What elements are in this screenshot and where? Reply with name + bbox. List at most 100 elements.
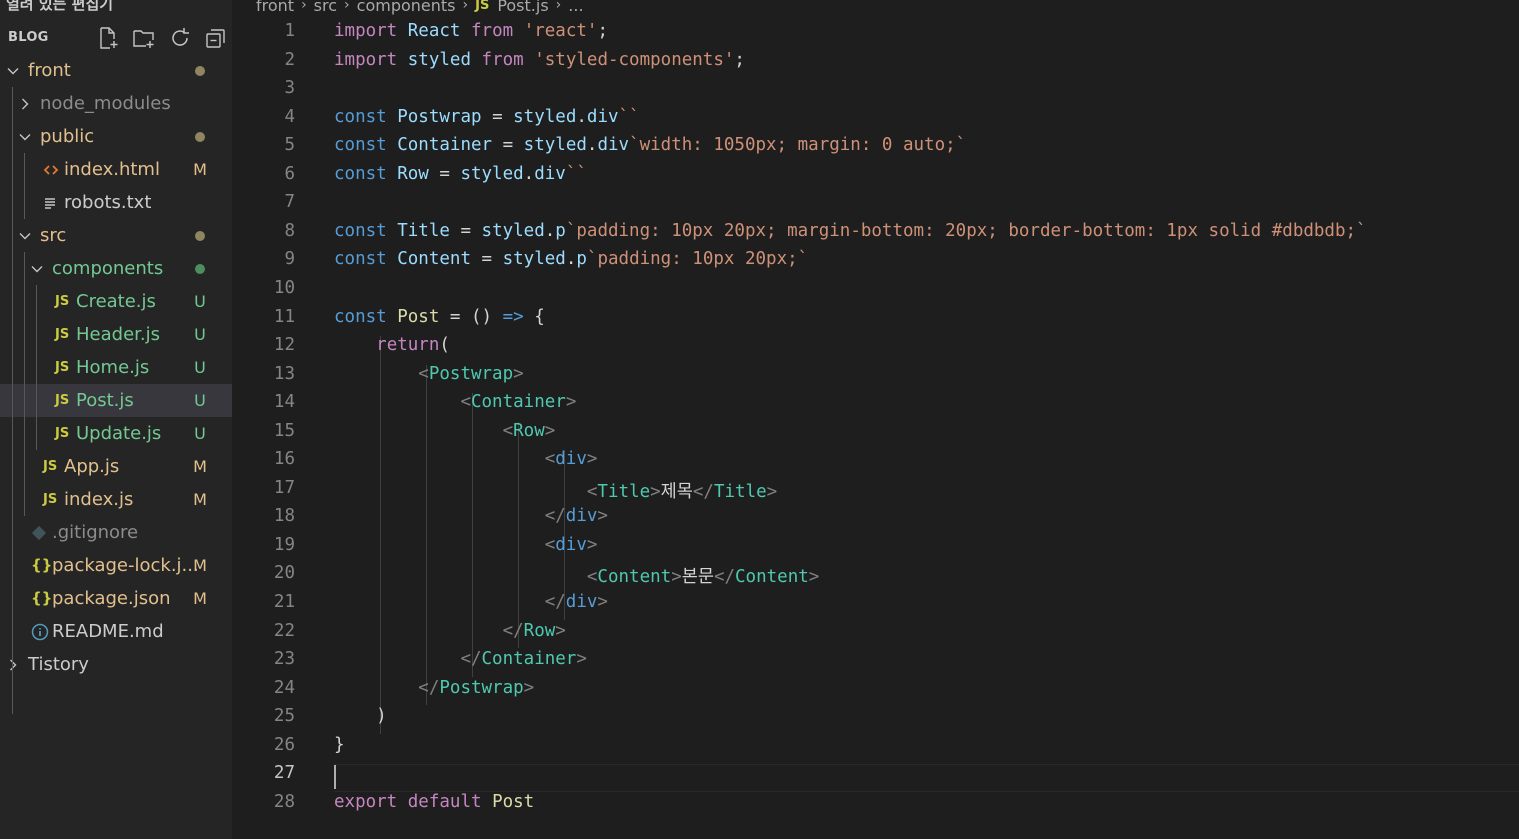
code-line[interactable]: const Post = () => { [334, 307, 545, 327]
tree-file[interactable]: JS Create.js U [0, 285, 232, 318]
code-line[interactable]: ) [334, 706, 387, 726]
tree-file[interactable]: index.html M [0, 153, 232, 186]
tree-folder[interactable]: src [0, 219, 232, 252]
code-line[interactable]: const Postwrap = styled.div`` [334, 107, 640, 127]
code-line[interactable]: <Postwrap> [334, 363, 524, 384]
code-line[interactable]: const Content = styled.p`padding: 10px 2… [334, 249, 808, 269]
code-line[interactable]: const Row = styled.div`` [334, 164, 587, 184]
line-number: 27 [273, 763, 295, 784]
modified-dot-icon [195, 66, 205, 76]
code-line[interactable]: </div> [334, 506, 608, 526]
code-line[interactable]: <Title>제목</Title> [334, 478, 777, 503]
tree-item-label: .gitignore [52, 522, 139, 543]
open-editors-title[interactable]: 열려 있는 편집기 [6, 0, 113, 14]
code-token: div [565, 592, 598, 612]
code-token: > [597, 506, 608, 527]
js-file-icon: JS [55, 426, 70, 441]
tree-item-label: Header.js [76, 324, 160, 345]
text-cursor [334, 765, 336, 789]
git-status-badge: U [194, 391, 206, 410]
code-line[interactable]: const Title = styled.p`padding: 10px 20p… [334, 221, 1367, 241]
code-token: > [671, 567, 682, 588]
line-number: 9 [284, 249, 295, 270]
tree-file[interactable]: .gitignore [0, 516, 232, 549]
breadcrumb-item-src[interactable]: src [314, 0, 337, 15]
chevron-right-icon[interactable] [18, 87, 32, 120]
code-line[interactable]: </div> [334, 592, 608, 612]
code-line[interactable]: </Container> [334, 649, 586, 670]
explorer-section-header[interactable]: BLOG [0, 22, 232, 53]
code-line[interactable]: </Row> [334, 621, 566, 641]
code-line[interactable]: <div> [334, 534, 598, 555]
tree-folder[interactable]: Tistory [0, 648, 232, 681]
git-status-badge: U [194, 292, 206, 311]
breadcrumb-item-symbols[interactable]: ... [568, 0, 583, 15]
line-number: 26 [273, 734, 295, 755]
code-line[interactable]: <Content>본문</Content> [334, 563, 819, 588]
tree-folder[interactable]: front [0, 54, 232, 87]
code-line[interactable]: <Row> [334, 421, 556, 441]
collapse-all-icon[interactable] [198, 26, 232, 50]
code-token: 'react' [523, 21, 598, 41]
tree-file[interactable]: JS App.js M [0, 450, 232, 483]
code-token: = () [439, 306, 503, 327]
tree-item-label: node_modules [40, 93, 171, 114]
refresh-icon[interactable] [162, 26, 198, 50]
chevron-down-icon[interactable] [6, 54, 20, 87]
code-line[interactable]: </Postwrap> [334, 678, 534, 698]
breadcrumb-item-file[interactable]: Post.js [497, 0, 548, 15]
code-line[interactable]: } [334, 735, 345, 755]
tree-file[interactable]: robots.txt [0, 186, 232, 219]
code-line[interactable]: import React from 'react'; [334, 21, 608, 41]
workspace-label: BLOG [8, 30, 49, 45]
code-line[interactable]: <Container> [334, 392, 576, 412]
tree-folder[interactable]: components [0, 252, 232, 285]
tree-item-label: robots.txt [64, 192, 152, 213]
tree-file[interactable]: {} package.json M [0, 582, 232, 615]
tree-item-label: package-lock.j... [52, 555, 199, 576]
line-number: 21 [273, 592, 295, 612]
chevron-down-icon[interactable] [18, 120, 32, 153]
code-line[interactable]: const Container = styled.div`width: 1050… [334, 135, 966, 155]
tree-file[interactable]: README.md [0, 615, 232, 648]
tree-folder[interactable]: node_modules [0, 87, 232, 120]
code-line[interactable]: <div> [334, 449, 598, 469]
tree-file[interactable]: JS index.js M [0, 483, 232, 516]
code-token: export [334, 791, 398, 812]
tree-file[interactable]: JS Post.js U [0, 384, 232, 417]
code-token: Title [713, 481, 767, 502]
tree-file[interactable]: JS Header.js U [0, 318, 232, 351]
breadcrumb-item-front[interactable]: front [256, 0, 294, 15]
code-token: div [555, 534, 587, 555]
chevron-down-icon[interactable] [18, 219, 32, 252]
code-token: return [376, 335, 440, 356]
code-editor[interactable]: 1 import React from 'react'; 2 import style… [232, 21, 1519, 839]
chevron-down-icon[interactable] [30, 252, 44, 285]
tree-item-label: Create.js [76, 291, 156, 312]
code-token: ) [334, 706, 387, 727]
new-file-icon[interactable] [90, 26, 126, 50]
code-token: > [586, 534, 598, 555]
code-token: > [513, 363, 524, 384]
explorer-sidebar: 열려 있는 편집기 BLOG front node_modules public… [0, 0, 232, 839]
new-folder-icon[interactable] [126, 26, 162, 50]
chevron-right-icon[interactable] [6, 648, 20, 681]
code-token: </ [460, 649, 482, 670]
code-line[interactable]: return( [334, 335, 450, 355]
breadcrumb-item-components[interactable]: components [357, 0, 456, 15]
tree-item-label: Tistory [28, 654, 89, 675]
tree-file[interactable]: {} package-lock.j... M [0, 549, 232, 582]
code-token: </ [502, 620, 524, 641]
tree-folder[interactable]: public [0, 120, 232, 153]
tree-file[interactable]: JS Home.js U [0, 351, 232, 384]
code-line[interactable]: export default Post [334, 792, 534, 812]
code-line[interactable]: import styled from 'styled-components'; [334, 50, 745, 70]
code-token: `padding: 10px 20px; margin-bottom: 20px… [565, 220, 1367, 241]
tree-file[interactable]: JS Update.js U [0, 417, 232, 450]
